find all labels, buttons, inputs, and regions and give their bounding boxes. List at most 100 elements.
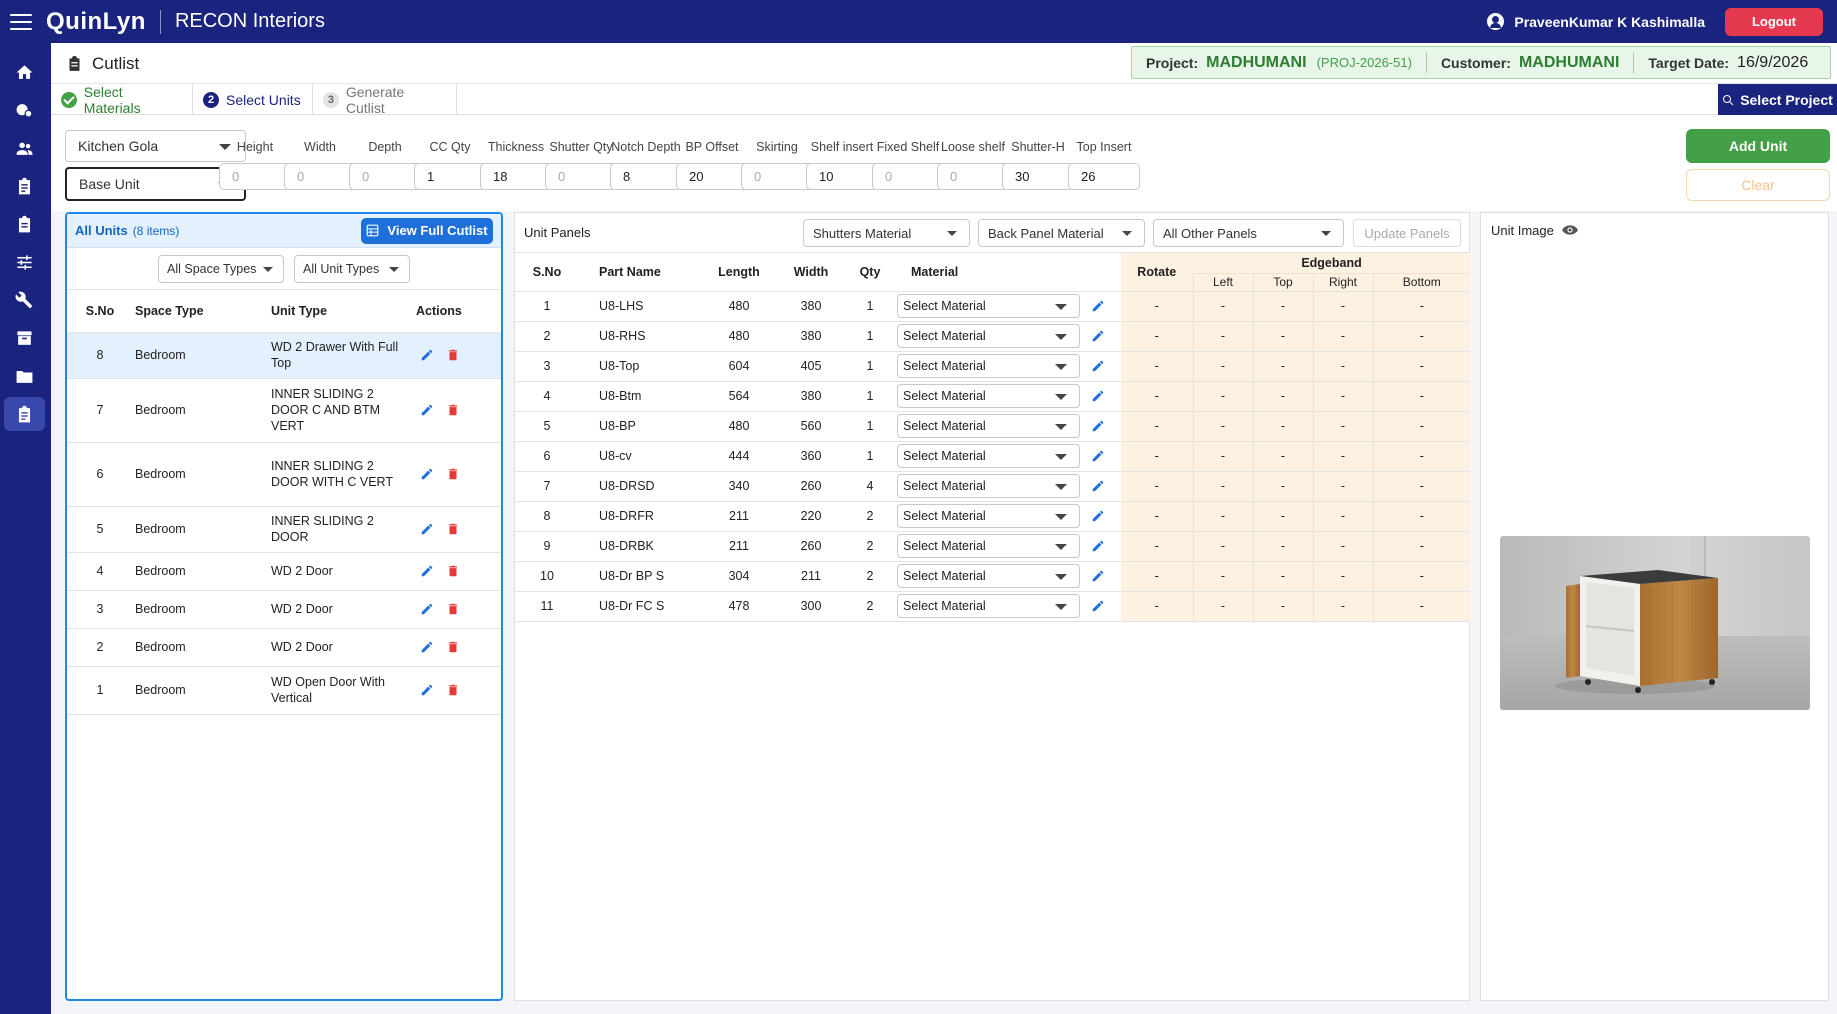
pencil-icon[interactable] xyxy=(1091,539,1105,553)
material-value: Select Material xyxy=(903,329,986,343)
pencil-icon[interactable] xyxy=(420,683,434,697)
material-dropdown[interactable]: Select Material xyxy=(897,354,1080,378)
table-row[interactable]: 1 Bedroom WD Open Door With Vertical xyxy=(67,666,501,715)
pencil-icon[interactable] xyxy=(420,467,434,481)
pencil-icon[interactable] xyxy=(1091,509,1105,523)
trash-icon[interactable] xyxy=(446,403,460,417)
table-row[interactable]: 4 Bedroom WD 2 Door xyxy=(67,552,501,591)
nav-gallery[interactable] xyxy=(4,93,45,127)
pencil-icon[interactable] xyxy=(1091,419,1105,433)
param-input[interactable] xyxy=(545,163,617,190)
material-dropdown[interactable]: Select Material xyxy=(897,504,1080,528)
material-dropdown[interactable]: Select Material xyxy=(897,294,1080,318)
table-row[interactable]: 7 Bedroom INNER SLIDING 2 DOOR C AND BTM V… xyxy=(67,378,501,443)
logout-button[interactable]: Logout xyxy=(1725,7,1823,36)
target-date-segment: Target Date: 16/9/2026 xyxy=(1633,52,1822,73)
nav-cutlist[interactable] xyxy=(4,397,45,431)
trash-icon[interactable] xyxy=(446,683,460,697)
nav-assignment[interactable] xyxy=(4,207,45,241)
step-select-materials[interactable]: Select Materials xyxy=(51,84,193,116)
space-type-filter[interactable]: All Space Types xyxy=(158,254,284,283)
material-dropdown[interactable]: Select Material xyxy=(897,564,1080,588)
param-input[interactable] xyxy=(480,163,552,190)
param-input[interactable] xyxy=(414,163,486,190)
pencil-icon[interactable] xyxy=(420,403,434,417)
nav-tools[interactable] xyxy=(4,283,45,317)
material-dropdown[interactable]: Select Material xyxy=(897,534,1080,558)
nav-folder[interactable] xyxy=(4,359,45,393)
nav-settings[interactable] xyxy=(4,245,45,279)
param-input[interactable] xyxy=(349,163,421,190)
trash-icon[interactable] xyxy=(446,640,460,654)
pencil-icon[interactable] xyxy=(420,564,434,578)
pencil-icon[interactable] xyxy=(1091,389,1105,403)
material-dropdown[interactable]: Select Material xyxy=(897,474,1080,498)
shutters-material-dropdown[interactable]: Shutters Material xyxy=(803,219,970,247)
unit-type-filter[interactable]: All Unit Types xyxy=(294,254,410,283)
trash-icon[interactable] xyxy=(446,602,460,616)
pencil-icon[interactable] xyxy=(1091,299,1105,313)
param-input[interactable] xyxy=(219,163,291,190)
trash-icon[interactable] xyxy=(446,564,460,578)
unit-image-header: Unit Image xyxy=(1481,213,1828,247)
nav-clipboard[interactable] xyxy=(4,169,45,203)
unit-space-type: Bedroom xyxy=(133,332,269,379)
table-row[interactable]: 3 Bedroom WD 2 Door xyxy=(67,590,501,629)
pencil-icon[interactable] xyxy=(420,640,434,654)
nav-users[interactable] xyxy=(4,131,45,165)
update-panels-button[interactable]: Update Panels xyxy=(1353,219,1461,247)
nav-home[interactable] xyxy=(4,55,45,89)
part-eb-left: - xyxy=(1192,411,1253,442)
clear-button[interactable]: Clear xyxy=(1686,169,1830,201)
material-dropdown[interactable]: Select Material xyxy=(897,594,1080,618)
param-input[interactable] xyxy=(610,163,682,190)
param-input[interactable] xyxy=(1068,163,1140,190)
other-panels-dropdown[interactable]: All Other Panels xyxy=(1153,219,1344,247)
param-input[interactable] xyxy=(284,163,356,190)
table-row[interactable]: 8 Bedroom WD 2 Drawer With Full Top xyxy=(67,332,501,379)
pencil-icon[interactable] xyxy=(1091,449,1105,463)
pencil-icon[interactable] xyxy=(1091,479,1105,493)
part-eb-right: - xyxy=(1312,441,1373,472)
param-input[interactable] xyxy=(806,163,878,190)
step-select-units[interactable]: 2 Select Units xyxy=(193,84,313,115)
back-panel-material-dropdown[interactable]: Back Panel Material xyxy=(978,219,1145,247)
home-icon xyxy=(16,64,33,79)
material-dropdown[interactable]: Select Material xyxy=(897,444,1080,468)
param-input[interactable] xyxy=(1002,163,1074,190)
param-input[interactable] xyxy=(937,163,1009,190)
trash-icon[interactable] xyxy=(446,348,460,362)
param-input[interactable] xyxy=(676,163,748,190)
unit-actions xyxy=(414,590,501,629)
table-row[interactable]: 6 Bedroom INNER SLIDING 2 DOOR WITH C VERT xyxy=(67,442,501,507)
nav-archive[interactable] xyxy=(4,321,45,355)
table-row[interactable]: 2 Bedroom WD 2 Door xyxy=(67,628,501,667)
trash-icon[interactable] xyxy=(446,522,460,536)
step-label: Generate Cutlist xyxy=(345,83,405,116)
table-row[interactable]: 5 Bedroom INNER SLIDING 2 DOOR xyxy=(67,506,501,553)
menu-icon[interactable] xyxy=(10,13,32,30)
pencil-icon[interactable] xyxy=(420,522,434,536)
pencil-icon[interactable] xyxy=(1091,569,1105,583)
view-full-cutlist-button[interactable]: View Full Cutlist xyxy=(361,217,493,244)
add-unit-button[interactable]: Add Unit xyxy=(1686,129,1830,163)
trash-icon[interactable] xyxy=(446,467,460,481)
step-generate-cutlist[interactable]: 3 Generate Cutlist xyxy=(313,83,457,116)
material-dropdown[interactable]: Select Material xyxy=(897,384,1080,408)
select-project-button[interactable]: Select Project xyxy=(1718,84,1837,115)
part-eb-bottom: - xyxy=(1372,441,1471,472)
units-table-header: S.No Space Type Unit Type Actions xyxy=(67,290,501,333)
part-eb-top: - xyxy=(1252,501,1313,532)
material-dropdown[interactable]: Select Material xyxy=(897,414,1080,438)
pencil-icon[interactable] xyxy=(1091,359,1105,373)
part-eb-left: - xyxy=(1192,291,1253,322)
pencil-icon[interactable] xyxy=(420,602,434,616)
pencil-icon[interactable] xyxy=(1091,599,1105,613)
param-input[interactable] xyxy=(872,163,944,190)
material-dropdown[interactable]: Select Material xyxy=(897,324,1080,348)
pencil-icon[interactable] xyxy=(420,348,434,362)
pencil-icon[interactable] xyxy=(1091,329,1105,343)
eye-icon[interactable] xyxy=(1561,224,1578,236)
app-logo[interactable]: QuinLyn xyxy=(46,8,146,36)
param-input[interactable] xyxy=(741,163,813,190)
